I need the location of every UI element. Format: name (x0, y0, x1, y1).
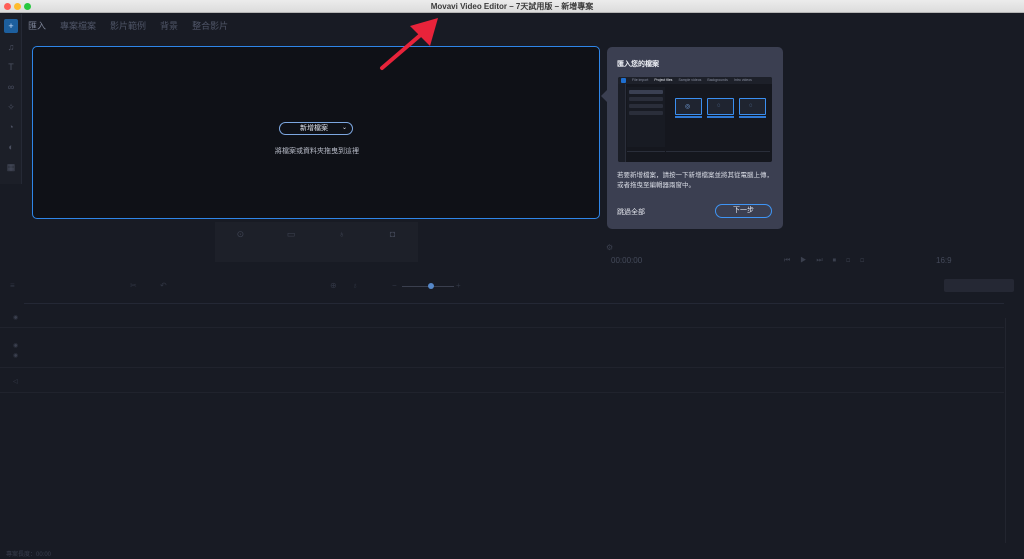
player-time: 00:00:00 (611, 256, 643, 265)
track-audio-icon[interactable]: ◉ (13, 352, 18, 359)
aspect-ratio-select[interactable]: 16:9 (936, 256, 952, 265)
preview-timeline-left (627, 151, 665, 159)
track-divider (0, 367, 1004, 368)
tooltip-title: 匯入您的檔案 (617, 61, 659, 68)
preview-thumbnail-caption (675, 116, 702, 118)
project-length: 專案長度：00:00 (6, 552, 52, 558)
tab-import[interactable]: 匯入 (28, 19, 46, 35)
preview-tab-intro-videos: Intro videos (733, 78, 752, 82)
capture-option-4[interactable]: ◘ (367, 222, 418, 262)
annotation-arrow-icon (380, 18, 438, 70)
tab-intro-videos[interactable]: 整合影片 (192, 19, 228, 35)
window-title: Movavi Video Editor – 7天試用版 – 新增專案 (430, 2, 594, 11)
drop-hint: 將檔案或資料夾拖曳到這裡 (275, 148, 359, 155)
effects-tool-icon[interactable]: ✧ (4, 100, 18, 114)
preview-thumbnail-caption (707, 116, 734, 118)
tooltip-preview-image: File import Project files Sample videos … (618, 77, 772, 162)
timeline-ruler[interactable] (24, 295, 1004, 304)
cut-icon[interactable]: ✂ (130, 281, 137, 290)
zoom-slider-handle[interactable] (428, 283, 434, 289)
preview-folder-list (627, 87, 665, 147)
stickers-tool-icon[interactable]: ◐ (4, 140, 18, 154)
record-voice-icon[interactable]: ♁ (352, 281, 358, 290)
track-visibility-icon[interactable]: ◉ (13, 314, 18, 321)
export-button[interactable] (944, 279, 1014, 292)
preview-tab-project-files: Project files (654, 78, 673, 82)
preview-tabs: File import Project files Sample videos … (618, 77, 772, 84)
preview-thumbnail-caption (739, 116, 766, 118)
chevron-down-icon: ⌄ (341, 125, 347, 131)
preview-tab-sample-videos: Sample videos (678, 78, 702, 82)
capture-option-3[interactable]: ♁ (317, 222, 368, 262)
import-drop-panel[interactable]: 新增檔案 ⌄ 將檔案或資料夾拖曳到這裡 (32, 46, 600, 219)
capture-option-2[interactable]: ▭ (266, 222, 317, 262)
capture-option-1[interactable]: ⊙ (215, 222, 266, 262)
playback-controls[interactable]: ⏮ ▶ ⏭ ⏹ ◻ ◻ (784, 257, 868, 265)
import-tool-icon[interactable]: + (4, 19, 18, 33)
marker-icon[interactable]: ⊕ (330, 281, 337, 290)
filters-tool-icon[interactable]: ◔ (4, 120, 18, 134)
transitions-tool-icon[interactable]: ∞ (4, 80, 18, 94)
track-divider (0, 327, 1004, 328)
tooltip-body: 若要新增檔案，請按一下新增檔案並將其從電腦上傳，或者拖曳至編輯器兩窗中。 (617, 172, 773, 189)
timeline-toolbar (0, 278, 1024, 294)
capture-options: ⊙ ▭ ♁ ◘ (215, 222, 418, 262)
tab-project-files[interactable]: 專案檔案 (60, 19, 96, 35)
onboarding-tooltip: 匯入您的檔案 File import Project files Sample … (607, 47, 783, 229)
preview-tab-backgrounds: Backgrounds (707, 78, 728, 82)
next-step-button[interactable]: 下一步 (715, 204, 772, 218)
timeline-scrollbar[interactable] (1005, 318, 1013, 543)
preview-timeline (666, 151, 770, 159)
track-settings-icon[interactable]: ≡ (10, 281, 15, 290)
preview-import-icon (621, 78, 626, 83)
left-toolbar: + ♫ T ∞ ✧ ◔ ◐ ▦ (0, 14, 22, 184)
gear-icon[interactable]: ⚙ (606, 243, 613, 252)
preview-tab-file-import: File import (632, 78, 649, 82)
camera-icon: ◘ (389, 229, 396, 239)
preview-thumbnail: ◌ (739, 98, 766, 115)
undo-icon[interactable]: ↶ (160, 281, 167, 290)
preview-sidebar (618, 84, 626, 162)
pin-icon: ⊙ (236, 229, 245, 239)
preview-thumbnail: ◎ (675, 98, 702, 115)
more-tools-icon[interactable]: ▦ (4, 160, 18, 174)
track-visibility-icon[interactable]: ◉ (13, 342, 18, 349)
player-placeholder-title (793, 112, 798, 133)
screen-record-icon: ▭ (286, 229, 296, 239)
speaker-icon[interactable]: ◁ (13, 378, 18, 385)
zoom-in-icon[interactable]: + (456, 281, 461, 290)
skip-all-link[interactable]: 跳過全部 (617, 207, 645, 217)
microphone-icon: ♁ (338, 229, 346, 239)
title-bar: Movavi Video Editor – 7天試用版 – 新增專案 (0, 0, 1024, 13)
app-window: Movavi Video Editor – 7天試用版 – 新增專案 + ♫ T… (0, 0, 1024, 559)
music-tool-icon[interactable]: ♫ (4, 40, 18, 54)
import-tabs: 匯入 專案檔案 影片範例 背景 整合影片 (28, 19, 228, 35)
add-files-button[interactable]: 新增檔案 ⌄ (279, 122, 353, 135)
zoom-out-icon[interactable]: − (392, 281, 397, 290)
tab-sample-videos[interactable]: 影片範例 (110, 19, 146, 35)
track-divider (0, 392, 1004, 393)
tab-backgrounds[interactable]: 背景 (160, 19, 178, 35)
titles-tool-icon[interactable]: T (4, 60, 18, 74)
preview-thumbnail: ◌ (707, 98, 734, 115)
add-files-label: 新增檔案 (300, 125, 328, 132)
